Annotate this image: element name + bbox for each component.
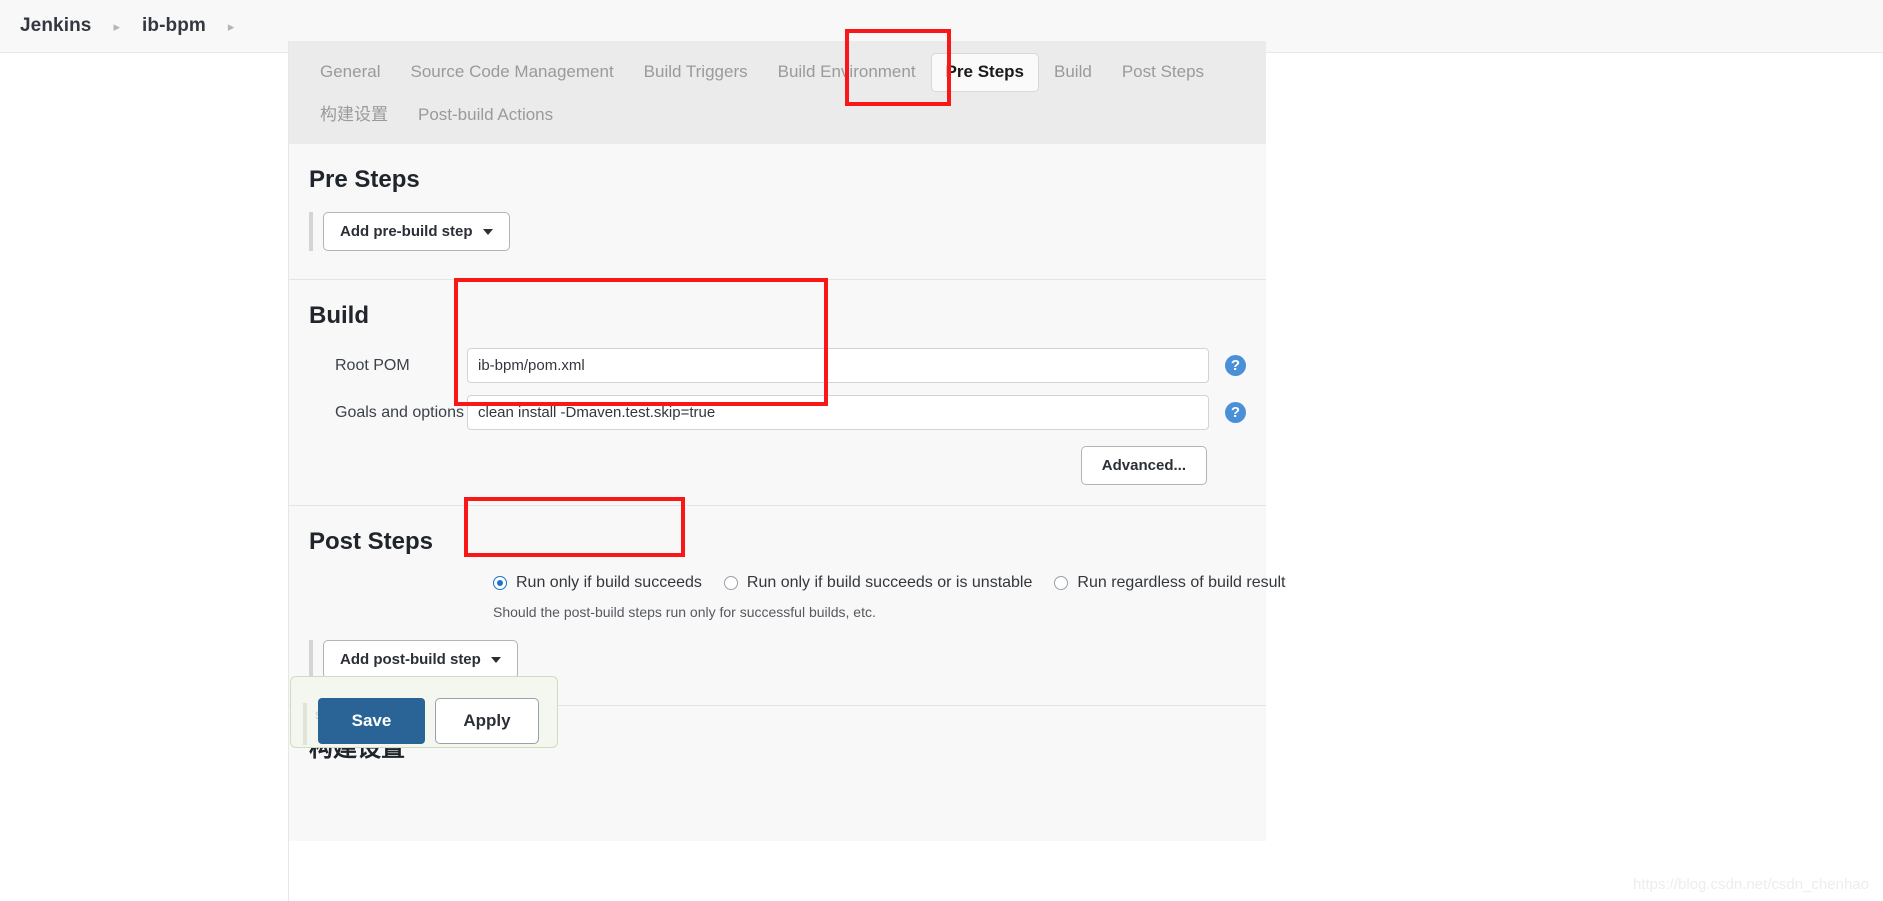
post-steps-heading: Post Steps: [309, 528, 434, 556]
post-steps-help-text: Should the post-build steps run only for…: [493, 604, 876, 621]
pre-steps-heading: Pre Steps: [309, 166, 420, 194]
tab-build-settings[interactable]: 构建设置: [305, 96, 403, 135]
chevron-down-icon: [490, 656, 501, 663]
pre-steps-add-row: Add pre-build step: [309, 212, 1246, 252]
radio-run-only-if-build-succeeds[interactable]: Run only if build succeeds: [493, 574, 702, 592]
root-pom-label: Root POM: [335, 356, 410, 374]
tab-post-build-actions[interactable]: Post-build Actions: [403, 96, 568, 135]
help-icon[interactable]: ?: [1225, 402, 1246, 424]
root-pom-row: Root POM ?: [309, 348, 1246, 384]
save-bar: settings format Save Apply: [290, 676, 558, 748]
radio-label: Run only if build succeeds: [516, 574, 702, 592]
tab-general[interactable]: General: [305, 53, 395, 92]
save-button[interactable]: Save: [318, 698, 425, 744]
goals-and-options-row: Goals and options ?: [309, 395, 1246, 431]
tab-build[interactable]: Build: [1039, 53, 1107, 92]
add-pre-build-step-label: Add pre-build step: [340, 223, 473, 241]
breadcrumb-separator-icon: ▸: [113, 18, 120, 34]
radio-button-icon[interactable]: [1054, 576, 1069, 591]
radio-label: Run regardless of build result: [1077, 574, 1286, 592]
chevron-down-icon: [482, 228, 493, 235]
tab-source-code-management[interactable]: Source Code Management: [395, 53, 628, 92]
breadcrumb-trailing-chevron-icon[interactable]: ▸: [228, 20, 235, 33]
post-steps-add-row: Add post-build step: [309, 640, 1246, 680]
breadcrumb-item-project[interactable]: ib-bpm: [142, 15, 206, 37]
breadcrumb-item-jenkins[interactable]: Jenkins: [20, 15, 91, 37]
post-steps-radio-group: Run only if build succeeds Run only if b…: [309, 574, 1286, 592]
goals-and-options-input[interactable]: [467, 395, 1209, 431]
advanced-row: Advanced...: [309, 446, 1246, 486]
tab-pre-steps[interactable]: Pre Steps: [930, 53, 1040, 92]
step-rail: [309, 640, 313, 680]
build-heading: Build: [309, 302, 369, 330]
add-post-build-step-button[interactable]: Add post-build step: [323, 640, 518, 680]
config-panel: General Source Code Management Build Tri…: [288, 41, 1286, 901]
root-pom-input[interactable]: [467, 348, 1209, 384]
apply-button[interactable]: Apply: [435, 698, 539, 744]
help-icon[interactable]: ?: [1225, 355, 1246, 377]
radio-label: Run only if build succeeds or is unstabl…: [746, 574, 1033, 592]
config-tab-bar: General Source Code Management Build Tri…: [289, 41, 1266, 145]
radio-button-icon[interactable]: [723, 576, 738, 591]
radio-button-icon[interactable]: [493, 576, 507, 591]
section-build: Build Root POM ? Goals and options ? Adv…: [289, 280, 1266, 507]
advanced-button[interactable]: Advanced...: [1080, 446, 1207, 486]
tab-build-triggers[interactable]: Build Triggers: [629, 53, 763, 92]
add-pre-build-step-button[interactable]: Add pre-build step: [323, 212, 510, 252]
goals-and-options-label: Goals and options: [335, 403, 464, 421]
tab-build-environment[interactable]: Build Environment: [763, 53, 931, 92]
radio-run-regardless-of-build-result[interactable]: Run regardless of build result: [1054, 574, 1286, 592]
section-pre-steps: Pre Steps Add pre-build step: [289, 144, 1266, 281]
tab-post-steps[interactable]: Post Steps: [1107, 53, 1219, 92]
radio-run-only-if-build-succeeds-or-unstable[interactable]: Run only if build succeeds or is unstabl…: [723, 574, 1033, 592]
add-post-build-step-label: Add post-build step: [340, 651, 481, 669]
step-rail: [309, 212, 313, 252]
save-bar-rail: [303, 703, 307, 745]
watermark: https://blog.csdn.net/csdn_chenhao: [1632, 876, 1869, 893]
jenkins-job-config-page: Jenkins ▸ ib-bpm ▸ General Source Code M…: [0, 0, 1883, 901]
